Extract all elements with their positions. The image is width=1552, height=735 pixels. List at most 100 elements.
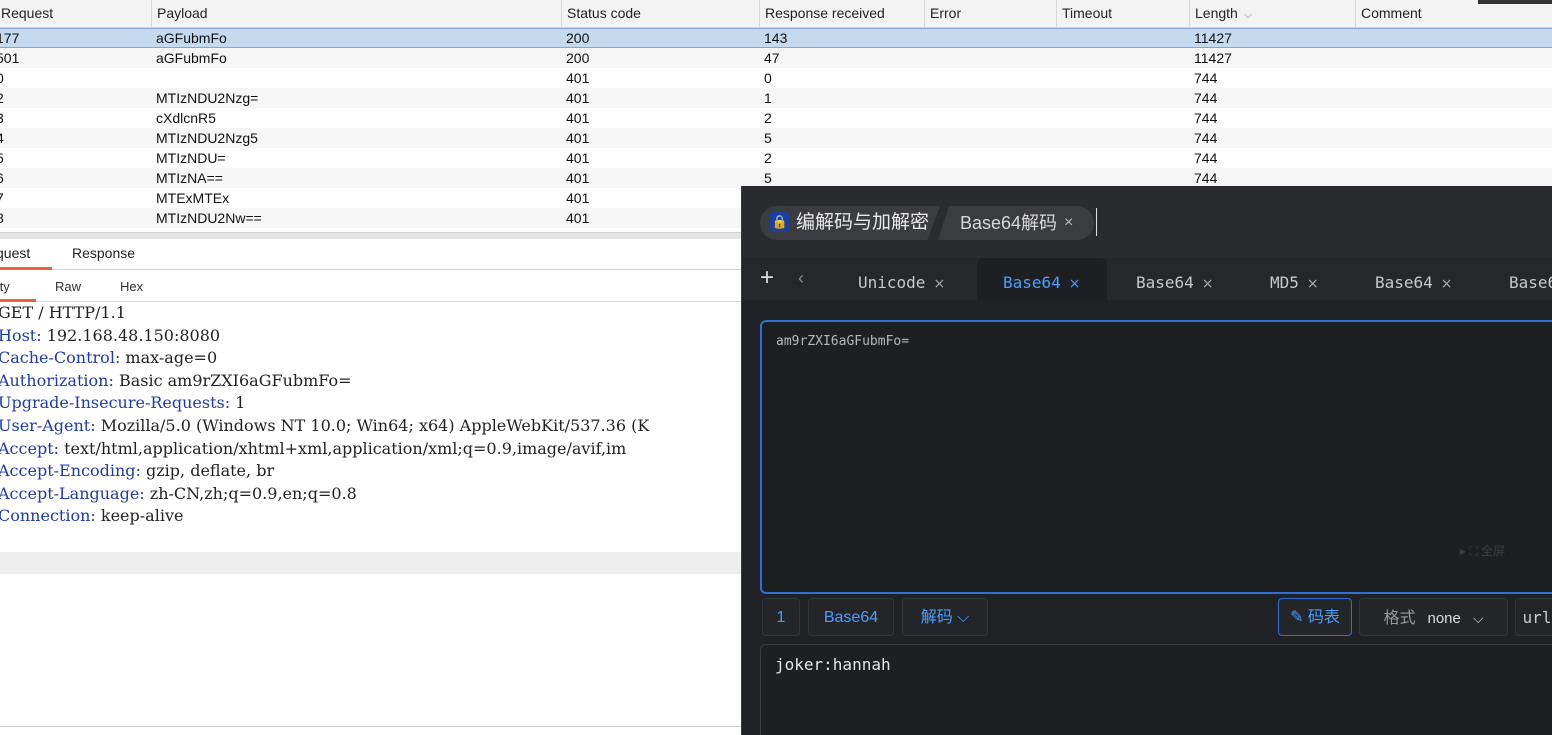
header-separator: : (139, 483, 150, 503)
close-icon[interactable]: × (1202, 276, 1214, 292)
cell-status: 200 (566, 30, 590, 46)
output-text: joker:hannah (775, 655, 891, 674)
editor-tab-label: MD5 (1270, 273, 1299, 292)
table-row[interactable]: 501 aGFubmFo 200 47 11427 (0, 48, 1552, 68)
col-comment[interactable]: Comment (1355, 0, 1552, 27)
header-separator: : (224, 393, 236, 413)
editor-tab-md5[interactable]: MD5 × (1270, 258, 1319, 300)
request-editor[interactable]: GET / HTTP/1.1 Host: 192.168.48.150:8080 C… (0, 302, 758, 528)
table-row[interactable]: 2 MTIzNDU2Nzg= 401 1 744 (0, 88, 1552, 108)
request-line: Accept-Language: zh-CN,zh;q=0.9,en;q=0.8 (0, 483, 758, 506)
table-row[interactable]: 6 MTIzNA== 401 5 744 (0, 168, 1552, 188)
codetable-button[interactable]: ✎ 码表 (1278, 598, 1352, 636)
count-button[interactable]: 1 (762, 598, 800, 636)
cell-received: 1 (764, 90, 772, 106)
algorithm-button[interactable]: Base64 (808, 598, 894, 636)
col-response-received[interactable]: Response received (759, 0, 924, 27)
request-line: Connection: keep-alive (0, 505, 758, 528)
cell-received: 143 (764, 30, 788, 46)
output-textarea[interactable]: joker:hannah (760, 644, 1552, 735)
col-error[interactable]: Error (924, 0, 1056, 27)
header-name: Authorization (0, 370, 109, 390)
editor-tab-base64[interactable]: Base6 (1509, 258, 1552, 300)
close-icon[interactable]: × (933, 276, 945, 292)
cell-status: 401 (566, 190, 590, 206)
add-tab-icon[interactable]: + (760, 266, 774, 290)
tab-hex[interactable]: Hex (120, 279, 143, 299)
close-icon[interactable]: × (1307, 276, 1319, 292)
editor-tab-unicode[interactable]: Unicode × (858, 258, 945, 300)
format-label: 格式 (1383, 610, 1416, 627)
cell-request: 501 (0, 50, 20, 66)
editor-tab-base64[interactable]: Base64 × (1136, 258, 1214, 300)
header-value: 1 (235, 393, 246, 413)
header-value: text/html,application/xhtml+xml,applicat… (64, 438, 627, 458)
table-row[interactable]: 0 401 0 744 (0, 68, 1552, 88)
input-text: am9rZXI6aGFubmFo= (776, 334, 910, 349)
editor-tab-base64-active[interactable]: Base64 × (977, 258, 1107, 300)
cell-status: 401 (566, 110, 590, 126)
editor-tab-label: Base64 (1136, 273, 1194, 292)
cell-status: 200 (566, 50, 590, 66)
header-name: Connection (0, 506, 91, 526)
header-value: keep-alive (100, 506, 184, 526)
cell-received: 5 (764, 130, 772, 146)
request-line: Host: 192.168.48.150:8080 (0, 325, 758, 348)
fullscreen-label: 全屏 (1481, 544, 1506, 558)
cell-status: 401 (566, 150, 590, 166)
cell-request: 8 (0, 208, 4, 228)
url-button[interactable]: url (1515, 598, 1552, 636)
input-textarea[interactable]: am9rZXI6aGFubmFo= ▸ ⛶ 全屏 (760, 320, 1552, 594)
col-timeout[interactable]: Timeout (1056, 0, 1189, 27)
cell-status: 401 (566, 170, 590, 186)
header-separator: : (36, 325, 47, 345)
header-value: 192.168.48.150:8080 (46, 325, 221, 345)
header-value: zh-CN,zh;q=0.9,en;q=0.8 (149, 483, 357, 503)
tab-raw[interactable]: Raw (55, 279, 81, 299)
header-name: Cache-Control (0, 348, 115, 368)
editor-tab-base64[interactable]: Base64 × (1375, 258, 1453, 300)
col-payload[interactable]: Payload (151, 0, 561, 27)
text-cursor (1096, 208, 1097, 236)
cell-length: 744 (1194, 110, 1218, 126)
table-row[interactable]: 3 cXdlcnR5 401 2 744 (0, 108, 1552, 128)
col-status-code[interactable]: Status code (561, 0, 759, 27)
request-line: Accept-Encoding: gzip, deflate, br (0, 460, 758, 483)
tab-request[interactable]: quest (0, 245, 52, 270)
editor-tab-label: Base64 (1003, 273, 1061, 292)
edit-icon: ✎ (1290, 609, 1304, 626)
header-value: gzip, deflate, br (146, 461, 275, 481)
mode-dropdown[interactable]: 解码 ⌵ (902, 598, 988, 636)
mode-label: 解码 (920, 609, 953, 626)
cell-request: 0 (0, 68, 4, 88)
header-value: max-age=0 (125, 348, 218, 368)
cell-payload: MTIzNDU2Nw== (156, 210, 262, 226)
close-icon[interactable]: × (1441, 276, 1453, 292)
chevron-left-icon[interactable]: ‹ (798, 268, 804, 289)
tab-response[interactable]: Response (72, 245, 135, 267)
editor-tab-strip: + ‹ Unicode × Base64 × Base64 × MD5 × Base64… (742, 258, 1552, 300)
close-icon[interactable]: × (1064, 206, 1073, 240)
close-icon[interactable]: × (1069, 276, 1081, 292)
window-tab-codec[interactable]: 🔒 编解码与加解密 (760, 206, 940, 240)
cell-length: 744 (1194, 90, 1218, 106)
table-row[interactable]: 5 MTIzNDU= 401 2 744 (0, 148, 1552, 168)
header-name: Accept-Encoding (0, 461, 136, 481)
tab-pretty[interactable]: tty (0, 279, 36, 302)
codetable-label: 码表 (1307, 609, 1340, 626)
cell-status: 401 (566, 210, 590, 226)
cell-received: 47 (764, 50, 780, 66)
header-name: Host (0, 325, 37, 345)
header-separator: : (90, 506, 101, 526)
col-request[interactable]: Request (0, 0, 151, 27)
fullscreen-button[interactable]: ▸ ⛶ 全屏 (1460, 542, 1505, 559)
table-row[interactable]: 4 MTIzNDU2Nzg5 401 5 744 (0, 128, 1552, 148)
format-select[interactable]: 格式 none ⌵ (1359, 598, 1508, 636)
header-name: User-Agent (0, 415, 91, 435)
col-length[interactable]: Length ⌵ (1189, 0, 1355, 27)
chevron-down-icon: ⌵ (952, 609, 970, 626)
window-tab-base64-decode[interactable]: Base64解码 × (938, 206, 1094, 240)
table-row[interactable]: 177 aGFubmFo 200 143 11427 (0, 28, 1552, 48)
request-line: GET / HTTP/1.1 (0, 302, 758, 325)
window-tab-codec-label: 编解码与加解密 (796, 212, 930, 233)
